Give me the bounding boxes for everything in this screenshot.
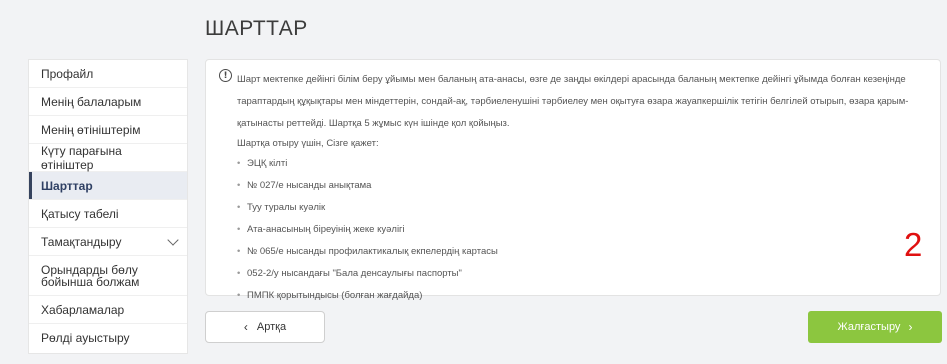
bullet-icon: • [237,246,241,257]
info-paragraph-line: Шарт мектепке дейінгі білім беру ұйымы м… [237,74,906,85]
info-icon: ! [219,69,232,82]
annotation-number: 2 [904,226,923,263]
list-item: • 052-2/у нысандағы "Бала денсаулығы пасп… [237,263,937,285]
sidebar-item-waitlist-applications[interactable]: Күту парағына өтініштер [29,144,187,172]
info-paragraph-line: қатынасты реттейді. Шартқа 5 жұмыс күн і… [237,118,510,129]
sidebar-item-contracts[interactable]: Шарттар [29,172,187,200]
sidebar-item-switch-role[interactable]: Рөлді ауыстыру [29,324,187,352]
sidebar-item-attendance[interactable]: Қатысу табелі [29,200,187,228]
sidebar-item-label: Рөлді ауыстыру [41,331,130,345]
continue-button-label: Жалғастыру [837,321,901,333]
list-item: • № 027/е нысанды анықтама [237,175,937,197]
sidebar-item-notifications[interactable]: Хабарламалар [29,296,187,324]
sidebar-item-profile[interactable]: Профайл [29,60,187,88]
continue-button[interactable]: Жалғастыру › [808,311,942,343]
bullet-icon: • [237,202,241,213]
sidebar-item-placement-forecast[interactable]: Орындарды бөлу бойынша болжам [29,256,187,296]
sidebar-item-label-line2: бойынша болжам [41,274,140,289]
bullet-icon: • [237,290,241,301]
list-item: • Туу туралы куәлік [237,197,937,219]
list-item: • № 065/е нысанды профилактикалық екпелер… [237,241,937,263]
list-item-text: Ата-анасының біреуінің жеке куәлігі [247,224,405,235]
chevron-right-icon: › [908,320,913,334]
bullet-icon: • [237,268,241,279]
sidebar: Профайл Менің балаларым Менің өтініштері… [28,59,188,354]
requirements-list: • ЭЦҚ кілті • № 027/е нысанды анықтама • Ту… [237,153,937,307]
back-button[interactable]: ‹ Артқа [205,311,325,343]
sidebar-item-label: Қатысу табелі [41,206,119,221]
back-button-label: Артқа [256,321,287,333]
sidebar-item-label: Менің өтініштерім [41,122,141,137]
list-item-text: 052-2/у нысандағы "Бала денсаулығы паспо… [247,268,462,279]
page-title: ШАРТТАР [205,17,308,40]
bullet-icon: • [237,180,241,191]
chevron-down-icon [167,233,179,246]
list-item-text: № 027/е нысанды анықтама [247,180,372,191]
info-list-intro: Шартқа отыру үшін, Сізге қажет: [237,138,379,149]
bullet-icon: • [237,158,241,169]
sidebar-item-label: Шарттар [41,178,93,193]
list-item: • ПМПК қорытындысы (болған жағдайда) [237,285,937,307]
sidebar-item-my-children[interactable]: Менің балаларым [29,88,187,116]
chevron-left-icon: ‹ [243,320,248,334]
sidebar-item-label: Тамақтандыру [41,234,122,249]
list-item-text: № 065/е нысанды профилактикалық екпелерд… [247,246,498,257]
bullet-icon: • [237,224,241,235]
list-item: • Ата-анасының біреуінің жеке куәлігі [237,219,937,241]
sidebar-item-label: Күту парағына өтініштер [41,143,122,172]
info-paragraph-line: тараптардың құқықтары мен міндеттерін, с… [237,96,909,107]
list-item: • ЭЦҚ кілті [237,153,937,175]
sidebar-item-label: Орындарды бөлу бойынша болжам [41,264,139,288]
sidebar-item-label: Хабарламалар [41,302,125,317]
sidebar-item-nutrition[interactable]: Тамақтандыру [29,228,187,256]
sidebar-item-label: Профайл [41,66,94,81]
list-item-text: ЭЦҚ кілті [247,158,288,169]
list-item-text: Туу туралы куәлік [247,202,326,213]
sidebar-item-label: Менің балаларым [41,94,142,109]
info-card: ! Шарт мектепке дейінгі білім беру ұйымы… [205,59,941,301]
info-text: Шарт мектепке дейінгі білім беру ұйымы м… [237,70,937,307]
sidebar-item-my-applications[interactable]: Менің өтініштерім [29,116,187,144]
list-item-text: ПМПК қорытындысы (болған жағдайда) [247,290,423,301]
